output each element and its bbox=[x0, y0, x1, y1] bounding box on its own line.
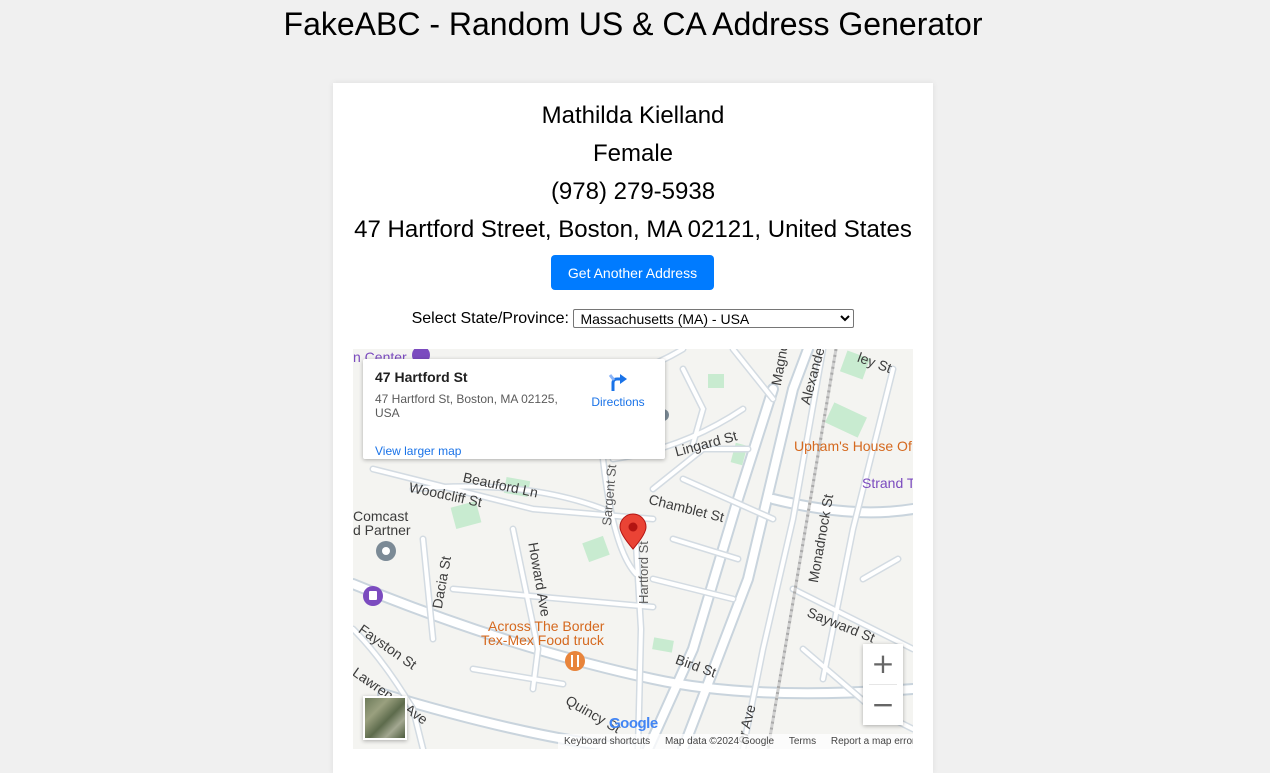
keyboard-shortcuts-link[interactable]: Keyboard shortcuts bbox=[564, 736, 650, 747]
poi-label-across-2: Tex-Mex Food truck bbox=[481, 632, 604, 648]
map-data-text: Map data ©2024 Google bbox=[664, 736, 775, 747]
terms-link[interactable]: Terms bbox=[789, 736, 816, 747]
view-larger-map-link[interactable]: View larger map bbox=[375, 444, 461, 458]
poi-label-strand: Strand T bbox=[862, 475, 913, 491]
directions-label: Directions bbox=[591, 395, 645, 409]
zoom-out-button[interactable]: − bbox=[863, 685, 903, 725]
map-attribution: Keyboard shortcuts Map data ©2024 Google… bbox=[558, 734, 913, 749]
poi-label-uphams: Upham's House Of bbox=[794, 438, 912, 454]
map-info-window: 47 Hartford St 47 Hartford St, Boston, M… bbox=[363, 359, 665, 459]
person-phone: (978) 279-5938 bbox=[550, 178, 716, 205]
info-window-address: 47 Hartford St, Boston, MA 02125, USA bbox=[375, 392, 558, 420]
state-select[interactable]: Massachusetts (MA) - USA bbox=[573, 309, 855, 329]
report-error-link[interactable]: Report a map error bbox=[831, 736, 913, 747]
directions-icon bbox=[608, 374, 627, 391]
state-select-label: Select State/Province: bbox=[411, 310, 569, 327]
zoom-in-button[interactable]: + bbox=[863, 644, 903, 684]
get-another-address-button[interactable]: Get Another Address bbox=[551, 255, 714, 290]
person-name: Mathilda Kielland bbox=[541, 102, 725, 129]
poi-label-comcast-2: d Partner bbox=[353, 522, 411, 538]
satellite-toggle[interactable] bbox=[363, 696, 407, 740]
google-logo: Google bbox=[609, 715, 658, 732]
person-address: 47 Hartford Street, Boston, MA 02121, Un… bbox=[354, 216, 912, 243]
google-logo-text: Google bbox=[609, 715, 658, 732]
street-label-hartford: Hartford St bbox=[636, 541, 651, 604]
map[interactable]: Hartford St Sargent St Chamblet St Linga… bbox=[353, 349, 913, 749]
directions-button[interactable]: Directions bbox=[588, 369, 648, 409]
page-title: FakeABC - Random US & CA Address Generat… bbox=[283, 6, 983, 42]
info-window-title: 47 Hartford St bbox=[375, 369, 468, 385]
person-gender: Female bbox=[592, 140, 674, 167]
state-select-row: Select State/Province: Massachusetts (MA… bbox=[333, 309, 933, 329]
address-card: Mathilda Kielland Female (978) 279-5938 … bbox=[333, 83, 933, 773]
zoom-controls: + − bbox=[863, 644, 903, 725]
